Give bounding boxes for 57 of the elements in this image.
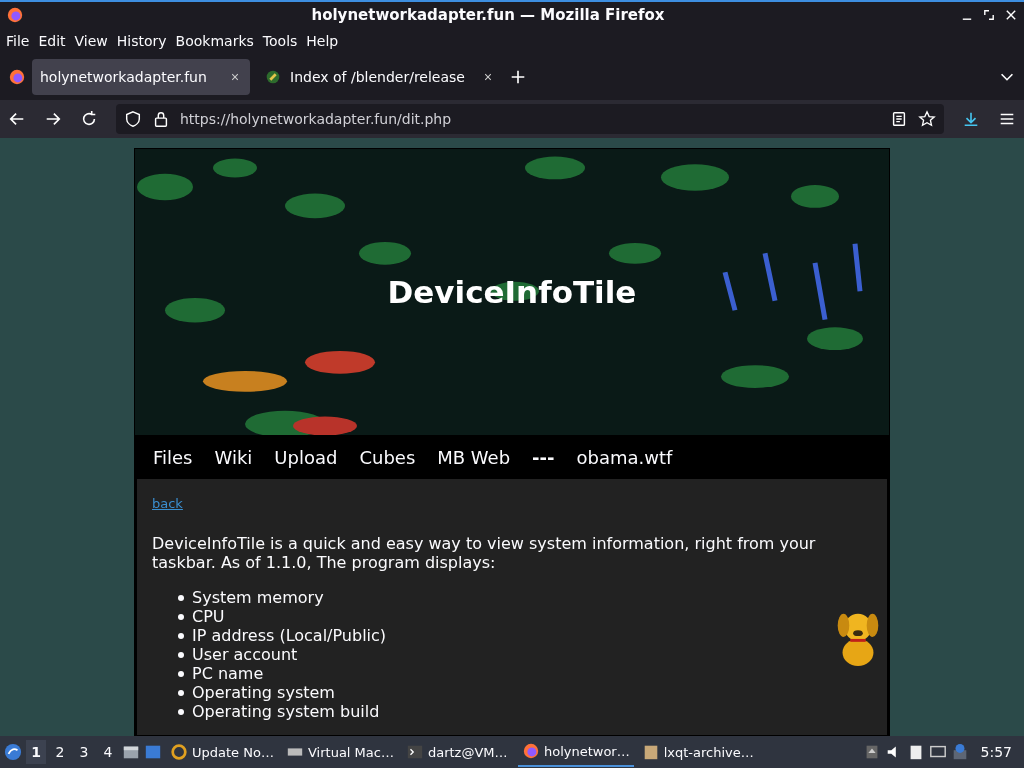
clock: 5:57 <box>980 744 1012 760</box>
menu-item[interactable]: Tools <box>258 33 302 49</box>
menu-item[interactable]: View <box>70 33 112 49</box>
bullet-icon <box>178 651 184 658</box>
nav-link[interactable]: obama.wtf <box>576 446 673 468</box>
bullet-icon <box>178 670 184 677</box>
back-link[interactable]: back <box>152 496 183 511</box>
nav-link[interactable]: Files <box>153 446 193 468</box>
bullet-icon <box>178 689 184 696</box>
reload-icon[interactable] <box>80 110 98 128</box>
list-item: CPU <box>192 607 225 626</box>
shield-icon <box>124 110 142 128</box>
maximize-icon[interactable] <box>982 8 996 22</box>
workspace-button[interactable]: 4 <box>98 740 118 764</box>
taskbar-task[interactable]: lxqt-archive… <box>637 737 758 767</box>
close-icon[interactable] <box>1004 8 1018 22</box>
workspace-button[interactable]: 2 <box>50 740 70 764</box>
forward-icon[interactable] <box>44 110 62 128</box>
taskbar-task[interactable]: Update No… <box>166 737 278 767</box>
window-title: holynetworkadapter.fun — Mozilla Firefox <box>310 6 666 24</box>
nav-separator: --- <box>532 446 555 468</box>
list-item: User account <box>192 645 298 664</box>
download-icon[interactable] <box>962 110 980 128</box>
taskbar-task[interactable]: Virtual Mac… <box>282 737 398 767</box>
site-title: DeviceInfoTile <box>387 274 637 311</box>
menu-item[interactable]: Bookmarks <box>171 33 258 49</box>
menu-item[interactable]: Edit <box>34 33 70 49</box>
intro-text: DeviceInfoTile is a quick and easy way to view system information, right from your taskbar. As of 1.1.0, The program displays: <box>152 534 817 572</box>
favicon-icon <box>264 68 282 86</box>
bullet-icon <box>178 632 184 639</box>
nav-link[interactable]: MB Web <box>437 446 511 468</box>
list-item: IP address (Local/Public) <box>192 626 387 645</box>
menu-item[interactable]: File <box>2 33 34 49</box>
bullet-icon <box>178 613 184 620</box>
bullet-icon <box>178 708 184 715</box>
list-item: PC name <box>192 664 264 683</box>
browser-tab[interactable]: holynetworkadapter.fun <box>32 59 250 95</box>
taskbar-task[interactable]: dartz@VM… <box>401 737 514 767</box>
terminal-icon <box>405 743 424 761</box>
taskbar-task[interactable]: holynetwor… <box>517 737 634 767</box>
lock-icon <box>152 110 170 128</box>
star-icon[interactable] <box>918 110 936 128</box>
browser-tab[interactable]: Index of /blender/release <box>256 59 503 95</box>
bullet-icon <box>178 594 184 601</box>
nav-link[interactable]: Upload <box>274 446 338 468</box>
nav-link[interactable]: Cubes <box>359 446 416 468</box>
menu-item[interactable]: Help <box>302 33 343 49</box>
reader-icon[interactable] <box>890 110 908 128</box>
workspace-button[interactable]: 3 <box>74 740 94 764</box>
list-item: Operating system build <box>192 702 380 721</box>
list-item: System memory <box>192 588 324 607</box>
menu-item[interactable]: History <box>112 33 171 49</box>
back-icon[interactable] <box>8 110 26 128</box>
list-item: Operating system <box>192 683 335 702</box>
address-field[interactable]: https://holynetworkadapter.fun/dit.php <box>116 104 944 134</box>
nav-link[interactable]: Wiki <box>214 446 253 468</box>
workspace-button[interactable]: 1 <box>26 740 46 764</box>
